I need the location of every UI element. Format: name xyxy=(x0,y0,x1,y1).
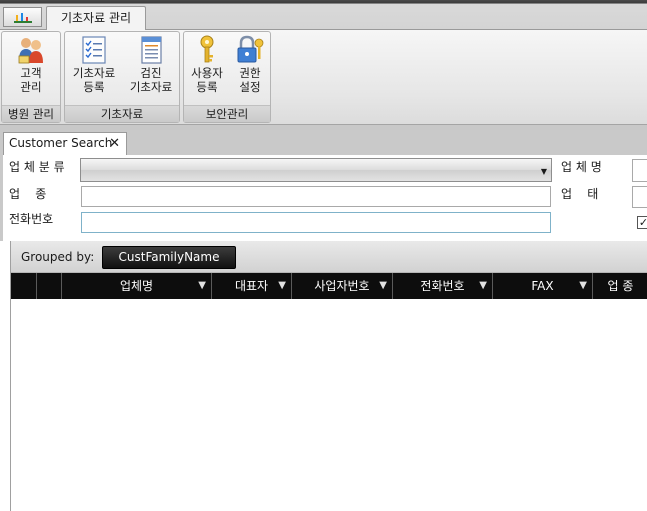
user-register-button[interactable]: 사용자 등록 xyxy=(186,34,228,94)
chart-icon xyxy=(14,13,32,23)
close-icon[interactable]: ✕ xyxy=(109,133,120,154)
column-header-indent-2 xyxy=(37,273,62,299)
ribbon-group-label-hospital: 병원 관리 xyxy=(2,105,60,122)
checkup-basic-data-label-1: 검진 xyxy=(140,66,162,80)
biz-status-label: 업 태 xyxy=(561,187,599,201)
phone-label: 전화번호 xyxy=(9,212,54,226)
basic-data-register-label-1: 기초자료 xyxy=(72,66,116,80)
user-register-label-1: 사용자 xyxy=(191,66,223,80)
ribbon-group-basic-data: 기초자료 등록 검진 기초자료 기초자료 xyxy=(64,31,180,123)
user-register-label-2: 등록 xyxy=(196,80,218,94)
key-icon xyxy=(200,35,214,63)
biz-status-field[interactable] xyxy=(632,186,647,208)
basic-data-register-label-2: 등록 xyxy=(83,80,105,94)
phone-field[interactable] xyxy=(81,212,551,233)
basic-data-register-button[interactable]: 기초자료 등록 xyxy=(67,34,121,94)
customer-management-button[interactable]: 고객 관리 xyxy=(6,34,56,94)
tab-basic-data[interactable]: 기초자료 관리 xyxy=(46,6,146,31)
customers-icon xyxy=(18,38,43,64)
column-header-fax[interactable]: FAX ▼ xyxy=(493,273,593,299)
group-chip-custfamilyname[interactable]: CustFamilyName xyxy=(102,246,236,269)
checkup-basic-data-button[interactable]: 검진 기초자료 xyxy=(123,34,179,94)
customer-management-label-2: 관리 xyxy=(20,80,42,94)
grid-body xyxy=(11,299,647,511)
column-header-phone[interactable]: 전화번호 ▼ xyxy=(393,273,493,299)
ribbon: 고객 관리 병원 관리 기초자료 등록 검진 기초자료 기초자료 사용자 등록 … xyxy=(0,30,647,125)
column-fax-label: FAX xyxy=(531,279,554,293)
document-icon xyxy=(141,36,162,64)
filter-icon[interactable]: ▼ xyxy=(198,273,206,299)
column-header-representative[interactable]: 대표자 ▼ xyxy=(212,273,292,299)
biz-category-label: 업 체 분 류 xyxy=(9,160,65,174)
ribbon-group-label-security: 보안관리 xyxy=(184,105,270,122)
ribbon-group-label-basic-data: 기초자료 xyxy=(65,105,179,122)
biz-name-label: 업 체 명 xyxy=(561,160,602,174)
customer-grid: Grouped by: CustFamilyName 업체명 ▼ 대표자 ▼ 사… xyxy=(10,241,647,511)
filter-icon[interactable]: ▼ xyxy=(579,273,587,299)
biz-type-field[interactable] xyxy=(81,186,551,207)
biz-name-field[interactable] xyxy=(632,159,647,182)
title-strip: 기초자료 관리 xyxy=(0,0,647,31)
column-header-indent-1 xyxy=(11,273,37,299)
checklist-icon xyxy=(82,36,106,64)
checkup-basic-data-label-2: 기초자료 xyxy=(129,80,173,94)
lock-key-icon xyxy=(237,35,264,63)
application-menu-button[interactable] xyxy=(3,7,42,27)
group-panel: Grouped by: CustFamilyName xyxy=(11,241,647,273)
column-representative-label: 대표자 xyxy=(234,279,269,293)
column-header-business-number[interactable]: 사업자번호 ▼ xyxy=(292,273,393,299)
column-phone-label: 전화번호 xyxy=(420,279,465,293)
permission-setting-button[interactable]: 권한 설정 xyxy=(230,34,270,94)
grouped-by-label: Grouped by: xyxy=(21,250,95,264)
tab-customer-search-label: Customer Search xyxy=(9,136,113,150)
column-biz-type-label: 업 종 xyxy=(607,279,634,293)
ribbon-group-security: 사용자 등록 권한 설정 보안관리 xyxy=(183,31,271,123)
filter-icon[interactable]: ▼ xyxy=(278,273,286,299)
filter-icon[interactable]: ▼ xyxy=(379,273,387,299)
grid-header-row: 업체명 ▼ 대표자 ▼ 사업자번호 ▼ 전화번호 ▼ FAX ▼ 업 종 xyxy=(11,273,647,299)
column-header-company[interactable]: 업체명 ▼ xyxy=(62,273,212,299)
column-header-biz-type[interactable]: 업 종 xyxy=(593,273,647,299)
column-business-number-label: 사업자번호 xyxy=(314,279,370,293)
column-company-label: 업체명 xyxy=(119,279,154,293)
chevron-down-icon: ▼ xyxy=(540,167,547,176)
ribbon-group-hospital: 고객 관리 병원 관리 xyxy=(1,31,61,123)
permission-setting-label-1: 권한 xyxy=(239,66,261,80)
tab-customer-search[interactable]: Customer Search ✕ xyxy=(3,132,127,155)
search-form: 업 체 분 류 ▼ 업 체 명 업 종 업 태 전화번호 ✓ xyxy=(0,155,647,241)
filter-icon[interactable]: ▼ xyxy=(479,273,487,299)
customer-management-label-1: 고객 xyxy=(20,66,42,80)
biz-category-dropdown[interactable]: ▼ xyxy=(80,158,552,182)
biz-type-label: 업 종 xyxy=(9,187,47,201)
option-checkbox[interactable]: ✓ xyxy=(637,216,647,229)
permission-setting-label-2: 설정 xyxy=(239,80,261,94)
document-tab-bar: Customer Search ✕ xyxy=(0,130,647,155)
